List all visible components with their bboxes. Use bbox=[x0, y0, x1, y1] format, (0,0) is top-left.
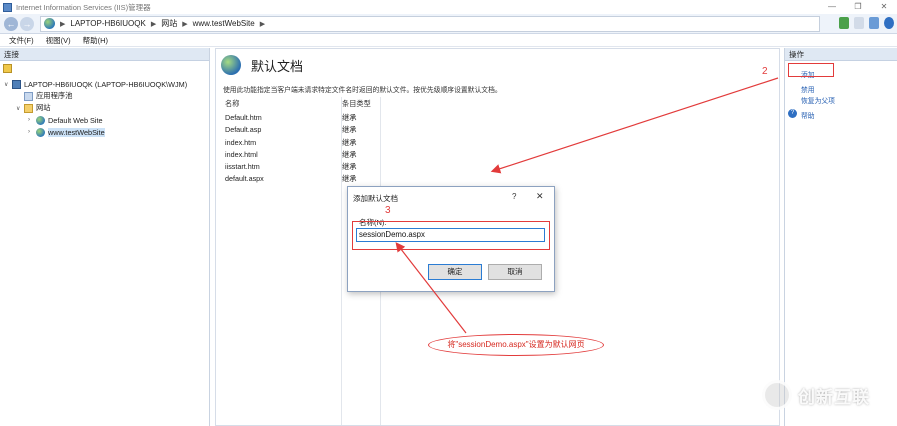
globe-icon bbox=[44, 18, 55, 29]
ok-button[interactable]: 确定 bbox=[428, 264, 482, 280]
site-icon bbox=[36, 127, 45, 137]
chevron-right-icon: ▶ bbox=[259, 20, 266, 28]
expand-icon[interactable]: › bbox=[28, 117, 36, 123]
tree-item-label: LAPTOP-HB6IUOQK (LAPTOP-HB6IUOQK\WJM) bbox=[24, 79, 188, 89]
list-item-type: 继承 bbox=[342, 150, 357, 159]
disable-action-link[interactable]: 禁用 bbox=[801, 84, 815, 94]
close-button[interactable]: ✕ bbox=[871, 0, 897, 14]
column-header-name[interactable]: 名称 bbox=[225, 99, 239, 109]
folder-icon bbox=[24, 103, 33, 113]
dialog-close-button[interactable]: ✕ bbox=[536, 191, 544, 202]
dialog-help-button[interactable]: ? bbox=[512, 192, 516, 201]
back-button[interactable]: ← bbox=[4, 16, 18, 31]
help-icon[interactable] bbox=[884, 17, 894, 29]
tree-item-testwebsite[interactable]: › www.testWebSite bbox=[28, 126, 105, 138]
list-item-type: 继承 bbox=[342, 125, 357, 134]
forward-button[interactable]: → bbox=[20, 16, 34, 31]
server-icon bbox=[12, 79, 21, 89]
menu-file[interactable]: 文件(F) bbox=[9, 35, 34, 46]
list-item-type: 继承 bbox=[342, 113, 357, 122]
list-item-type: 继承 bbox=[342, 174, 357, 183]
annotation-step-3: 3 bbox=[385, 205, 391, 216]
breadcrumb-server[interactable]: LAPTOP-HB6IUOQK bbox=[70, 19, 145, 28]
site-icon bbox=[36, 115, 45, 125]
tree-item-label: 网站 bbox=[36, 103, 51, 112]
annotation-highlight-input bbox=[352, 221, 550, 250]
tree-item-label: www.testWebSite bbox=[48, 127, 105, 137]
menu-help[interactable]: 帮助(H) bbox=[83, 35, 108, 46]
list-item-name[interactable]: index.htm bbox=[225, 138, 256, 147]
help-icon: ? bbox=[788, 109, 797, 118]
page-description: 使用此功能指定当客户端未请求特定文件名时返回的默认文件。按优先级顺序设置默认文档… bbox=[223, 87, 502, 94]
tree-item-server[interactable]: ∨ LAPTOP-HB6IUOQK (LAPTOP-HB6IUOQK\WJM) bbox=[4, 78, 187, 90]
collapse-icon[interactable]: ∨ bbox=[16, 105, 24, 112]
address-bar: ← → ▶ LAPTOP-HB6IUOQK ▶ 网站 ▶ www.testWeb… bbox=[0, 14, 897, 34]
dialog-title: 添加默认文档 bbox=[353, 194, 398, 203]
breadcrumb-site[interactable]: www.testWebSite bbox=[193, 19, 255, 28]
list-item-name[interactable]: iisstart.htm bbox=[225, 162, 260, 171]
annotation-step-2: 2 bbox=[762, 66, 768, 77]
chevron-right-icon: ▶ bbox=[150, 20, 157, 28]
page-heading: 默认文档 bbox=[221, 55, 303, 75]
home-icon[interactable] bbox=[869, 17, 879, 29]
chevron-right-icon: ▶ bbox=[60, 20, 66, 28]
connections-toolbar bbox=[0, 61, 209, 75]
refresh-icon[interactable] bbox=[839, 17, 849, 29]
menu-bar: 文件(F) 视图(V) 帮助(H) bbox=[0, 34, 897, 47]
watermark-text: 创新互联 bbox=[798, 387, 870, 407]
new-connection-icon[interactable] bbox=[3, 63, 12, 73]
cancel-button[interactable]: 取消 bbox=[488, 264, 542, 280]
list-item-name[interactable]: index.html bbox=[225, 150, 258, 159]
list-item-type: 继承 bbox=[342, 138, 357, 147]
window-title: Internet Information Services (IIS)管理器 bbox=[16, 2, 151, 12]
list-item-type: 继承 bbox=[342, 162, 357, 171]
iis-app-icon bbox=[3, 2, 12, 12]
help-action-link[interactable]: 帮助 bbox=[801, 110, 815, 120]
tree-item-default-web-site[interactable]: › Default Web Site bbox=[28, 114, 103, 126]
watermark-logo-icon bbox=[762, 380, 792, 410]
breadcrumb[interactable]: ▶ LAPTOP-HB6IUOQK ▶ 网站 ▶ www.testWebSite… bbox=[40, 15, 820, 32]
breadcrumb-sites[interactable]: 网站 bbox=[161, 18, 177, 29]
app-pool-icon bbox=[24, 91, 33, 101]
expand-icon[interactable]: › bbox=[28, 129, 36, 135]
tree-item-app-pools[interactable]: 应用程序池 bbox=[16, 90, 72, 102]
watermark: 创新互联 bbox=[762, 380, 870, 410]
menu-view[interactable]: 视图(V) bbox=[46, 35, 71, 46]
annotation-note-bubble: 将"sessionDemo.aspx"设置为默认网页 bbox=[428, 334, 604, 356]
revert-to-parent-link[interactable]: 恢复为父项 bbox=[801, 95, 835, 105]
tree-item-label: 应用程序池 bbox=[36, 91, 73, 100]
connections-header: 连接 bbox=[0, 48, 209, 61]
stop-icon[interactable] bbox=[854, 17, 864, 29]
tree-item-label: Default Web Site bbox=[48, 115, 103, 125]
list-item-name[interactable]: Default.asp bbox=[225, 125, 261, 134]
list-item-name[interactable]: default.aspx bbox=[225, 174, 264, 183]
title-bar: Internet Information Services (IIS)管理器 —… bbox=[0, 0, 897, 14]
window-controls: — ❐ ✕ bbox=[819, 0, 897, 14]
chevron-right-icon: ▶ bbox=[182, 20, 188, 28]
tree-item-sites[interactable]: ∨ 网站 bbox=[16, 102, 51, 114]
list-item-name[interactable]: Default.htm bbox=[225, 113, 262, 122]
maximize-button[interactable]: ❐ bbox=[845, 0, 871, 14]
column-header-type[interactable]: 条目类型 bbox=[342, 99, 371, 109]
default-document-icon bbox=[221, 55, 241, 75]
actions-header: 操作 bbox=[785, 48, 897, 61]
page-title: 默认文档 bbox=[251, 58, 304, 74]
minimize-button[interactable]: — bbox=[819, 0, 845, 14]
expand-icon[interactable]: ∨ bbox=[4, 81, 12, 88]
connections-panel: 连接 ∨ LAPTOP-HB6IUOQK (LAPTOP-HB6IUOQK\WJ… bbox=[0, 48, 210, 426]
actions-panel: 操作 添加... 禁用 恢复为父项 ? 帮助 bbox=[784, 48, 897, 426]
annotation-highlight-add bbox=[788, 63, 834, 77]
toolbar-icons bbox=[839, 17, 894, 29]
